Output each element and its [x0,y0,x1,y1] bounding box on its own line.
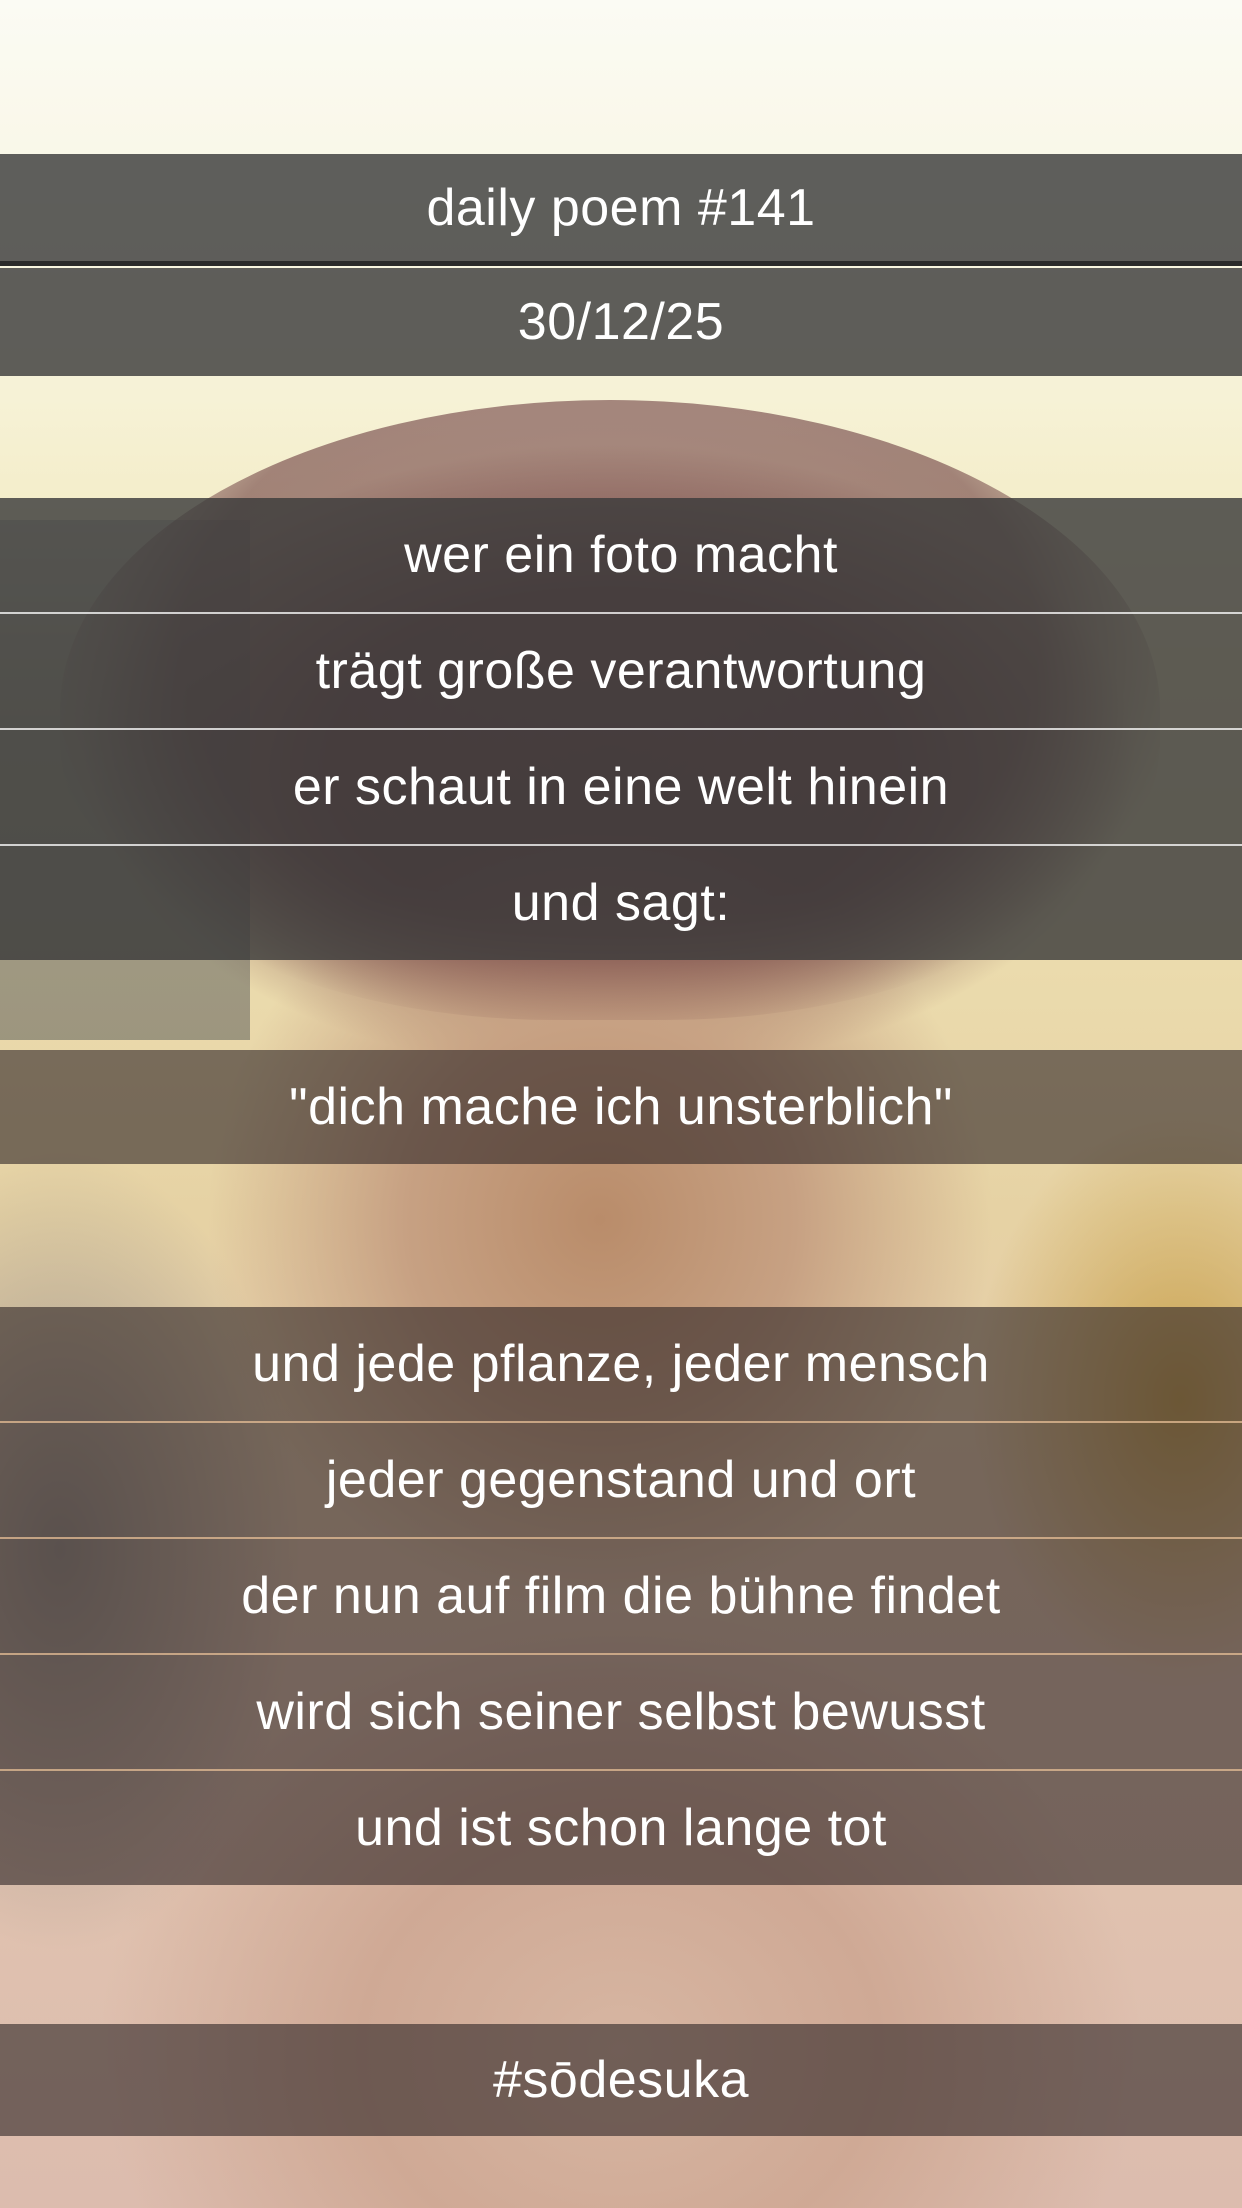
poem-title: daily poem #141 [0,154,1242,266]
poem-line: der nun auf film die bühne findet [0,1539,1242,1655]
poem-line: und ist schon lange tot [0,1771,1242,1885]
poem-line: und sagt: [0,846,1242,960]
poem-line: wird sich seiner selbst bewusst [0,1655,1242,1771]
poem-line: trägt große verantwortung [0,614,1242,730]
poem-line: er schaut in eine welt hinein [0,730,1242,846]
hashtag: #sōdesuka [0,2024,1242,2136]
poem-line: und jede pflanze, jeder mensch [0,1307,1242,1423]
poem-date: 30/12/25 [0,268,1242,376]
poem-line: jeder gegenstand und ort [0,1423,1242,1539]
poem-quote: "dich mache ich unsterblich" [0,1050,1242,1164]
poem-line: wer ein foto macht [0,498,1242,614]
